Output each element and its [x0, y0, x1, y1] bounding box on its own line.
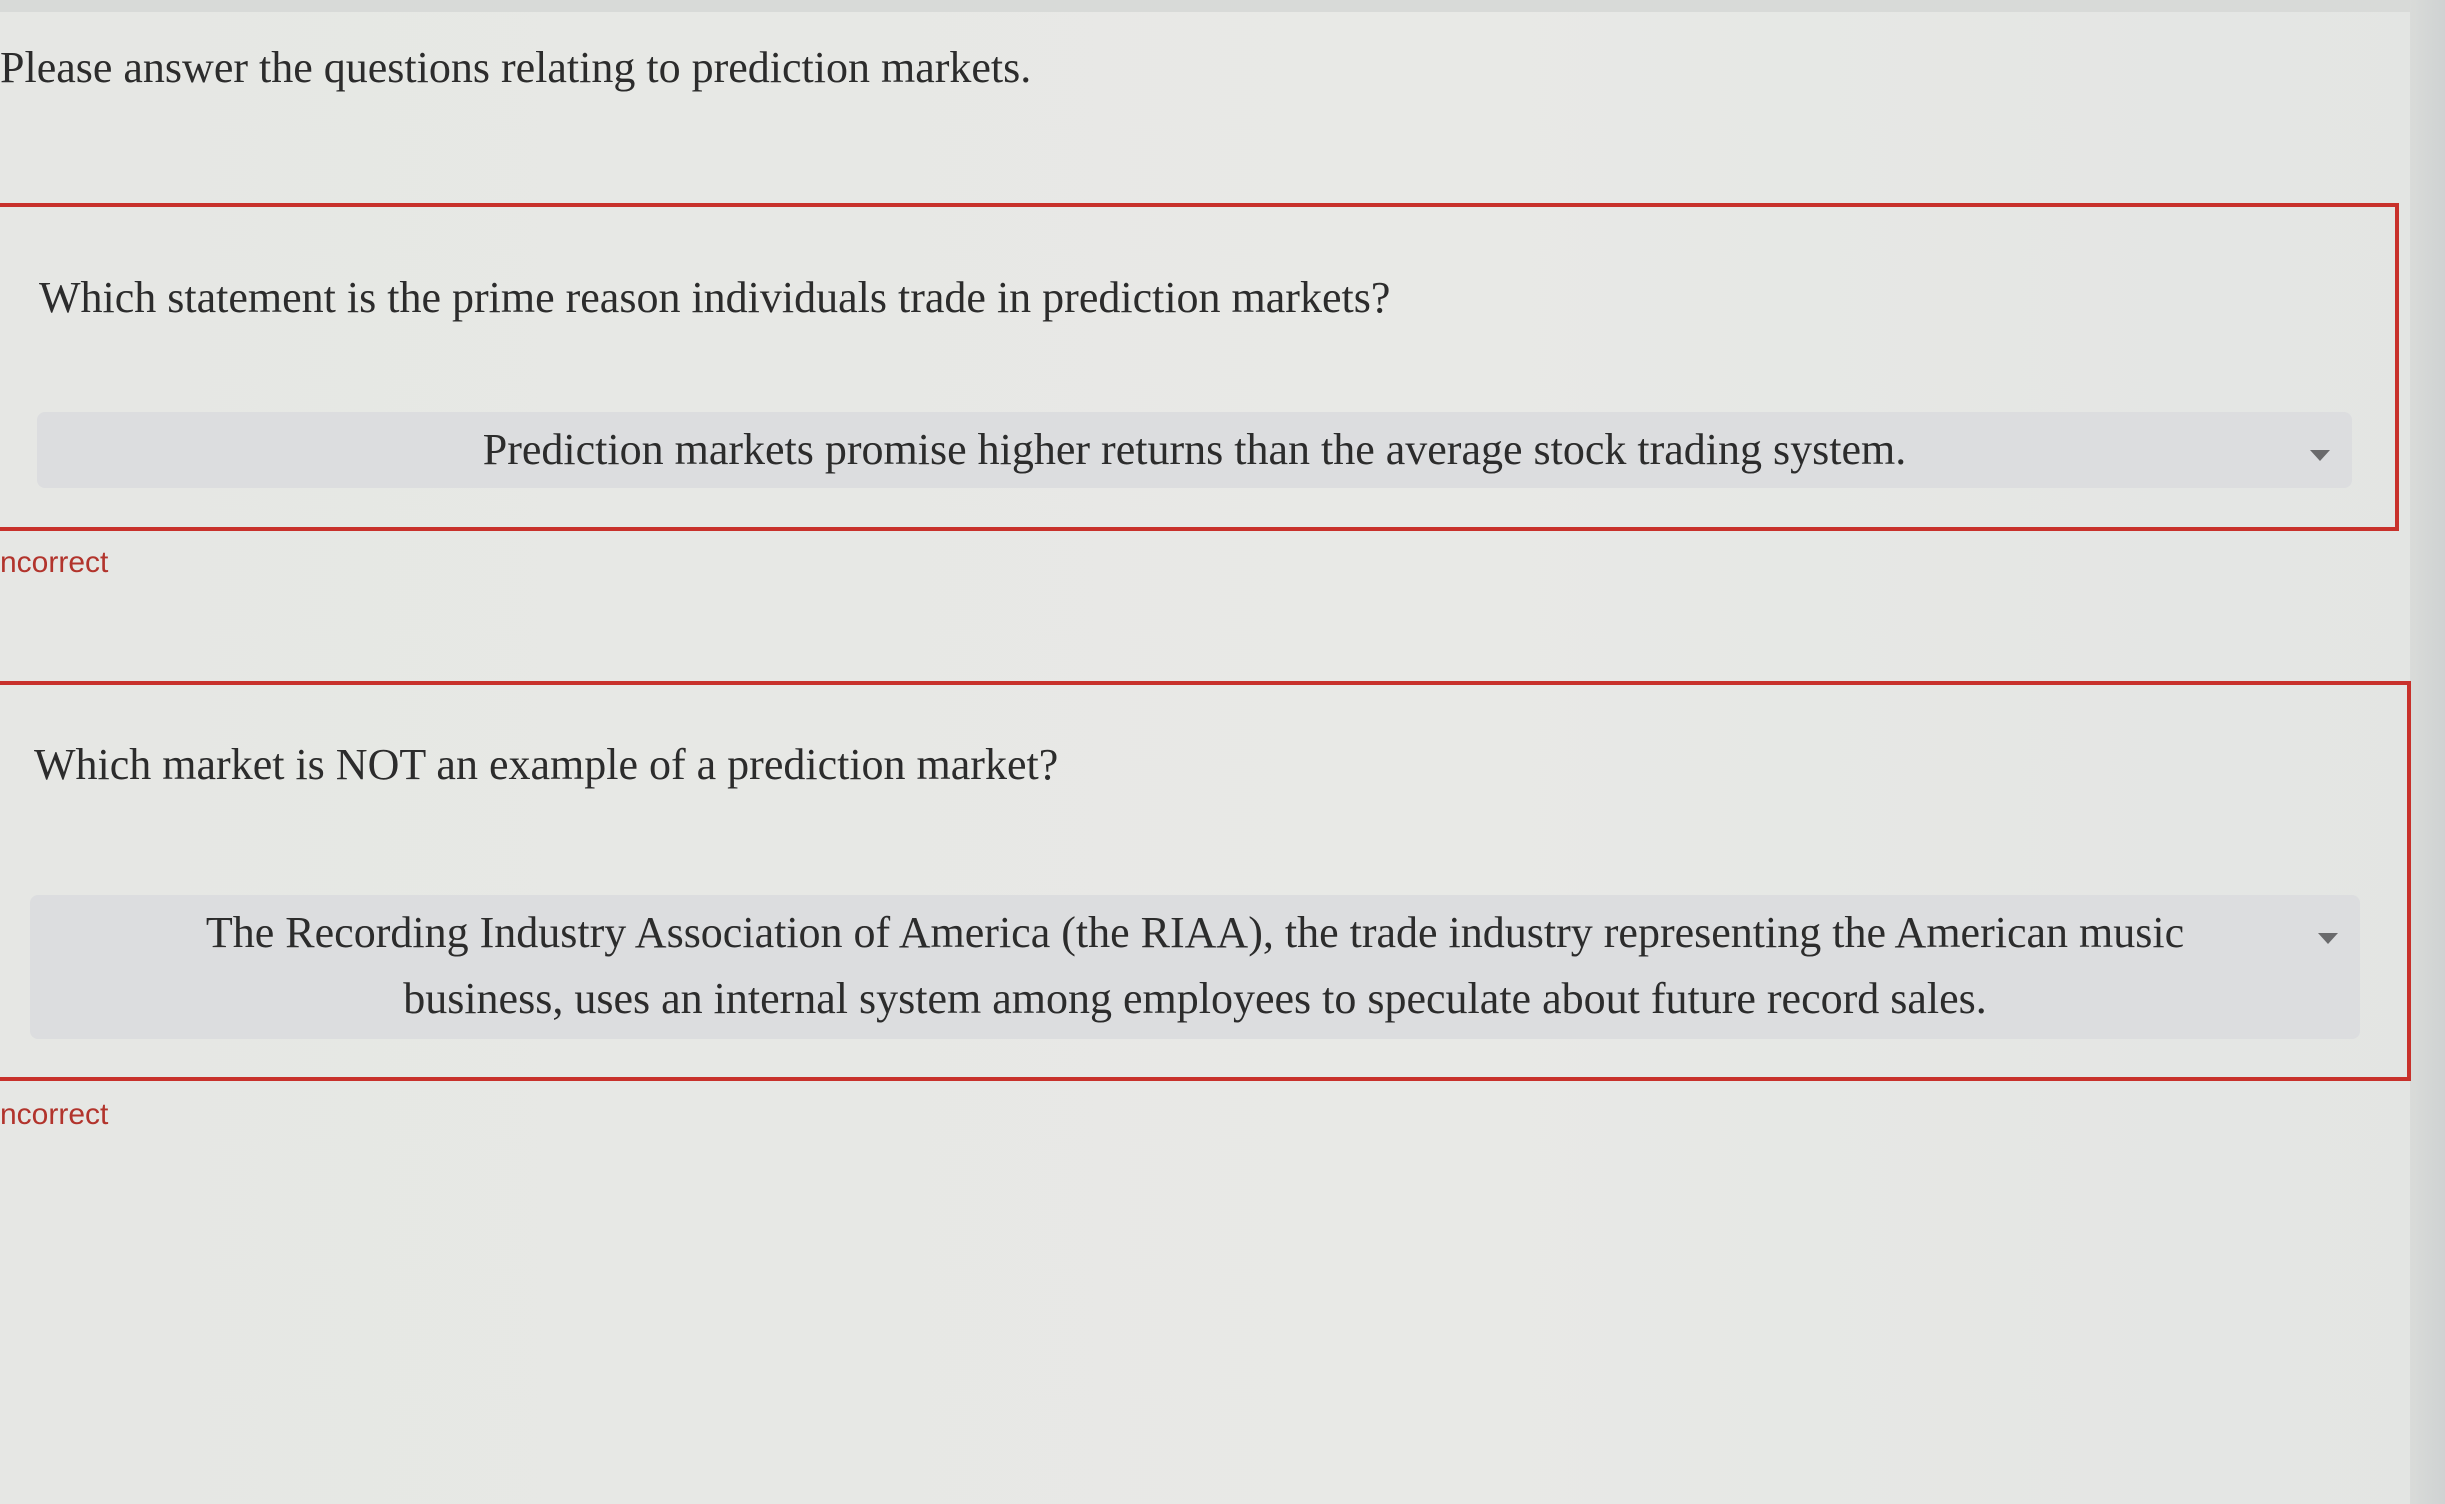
- question-2-selected-answer: The Recording Industry Association of Am…: [205, 908, 2185, 1023]
- question-2-prompt: Which market is NOT an example of a pred…: [34, 740, 1059, 789]
- top-edge: [0, 0, 2445, 12]
- question-1-result: ncorrect: [0, 546, 109, 579]
- question-1-selected-answer: Prediction markets promise higher return…: [482, 425, 1907, 474]
- question-2-answer-dropdown[interactable]: The Recording Industry Association of Am…: [30, 895, 2360, 1039]
- chevron-down-icon[interactable]: [2318, 933, 2338, 944]
- question-2-container: Which market is NOT an example of a pred…: [0, 681, 2411, 1081]
- page-right-edge: [2410, 0, 2445, 1504]
- question-1-prompt: Which statement is the prime reason indi…: [39, 273, 1391, 322]
- question-2-result: ncorrect: [0, 1098, 109, 1131]
- question-1-answer-dropdown[interactable]: Prediction markets promise higher return…: [37, 412, 2352, 488]
- chevron-down-icon[interactable]: [2310, 450, 2330, 461]
- instructions-text: Please answer the questions relating to …: [0, 43, 1032, 92]
- question-1-container: Which statement is the prime reason indi…: [0, 203, 2399, 531]
